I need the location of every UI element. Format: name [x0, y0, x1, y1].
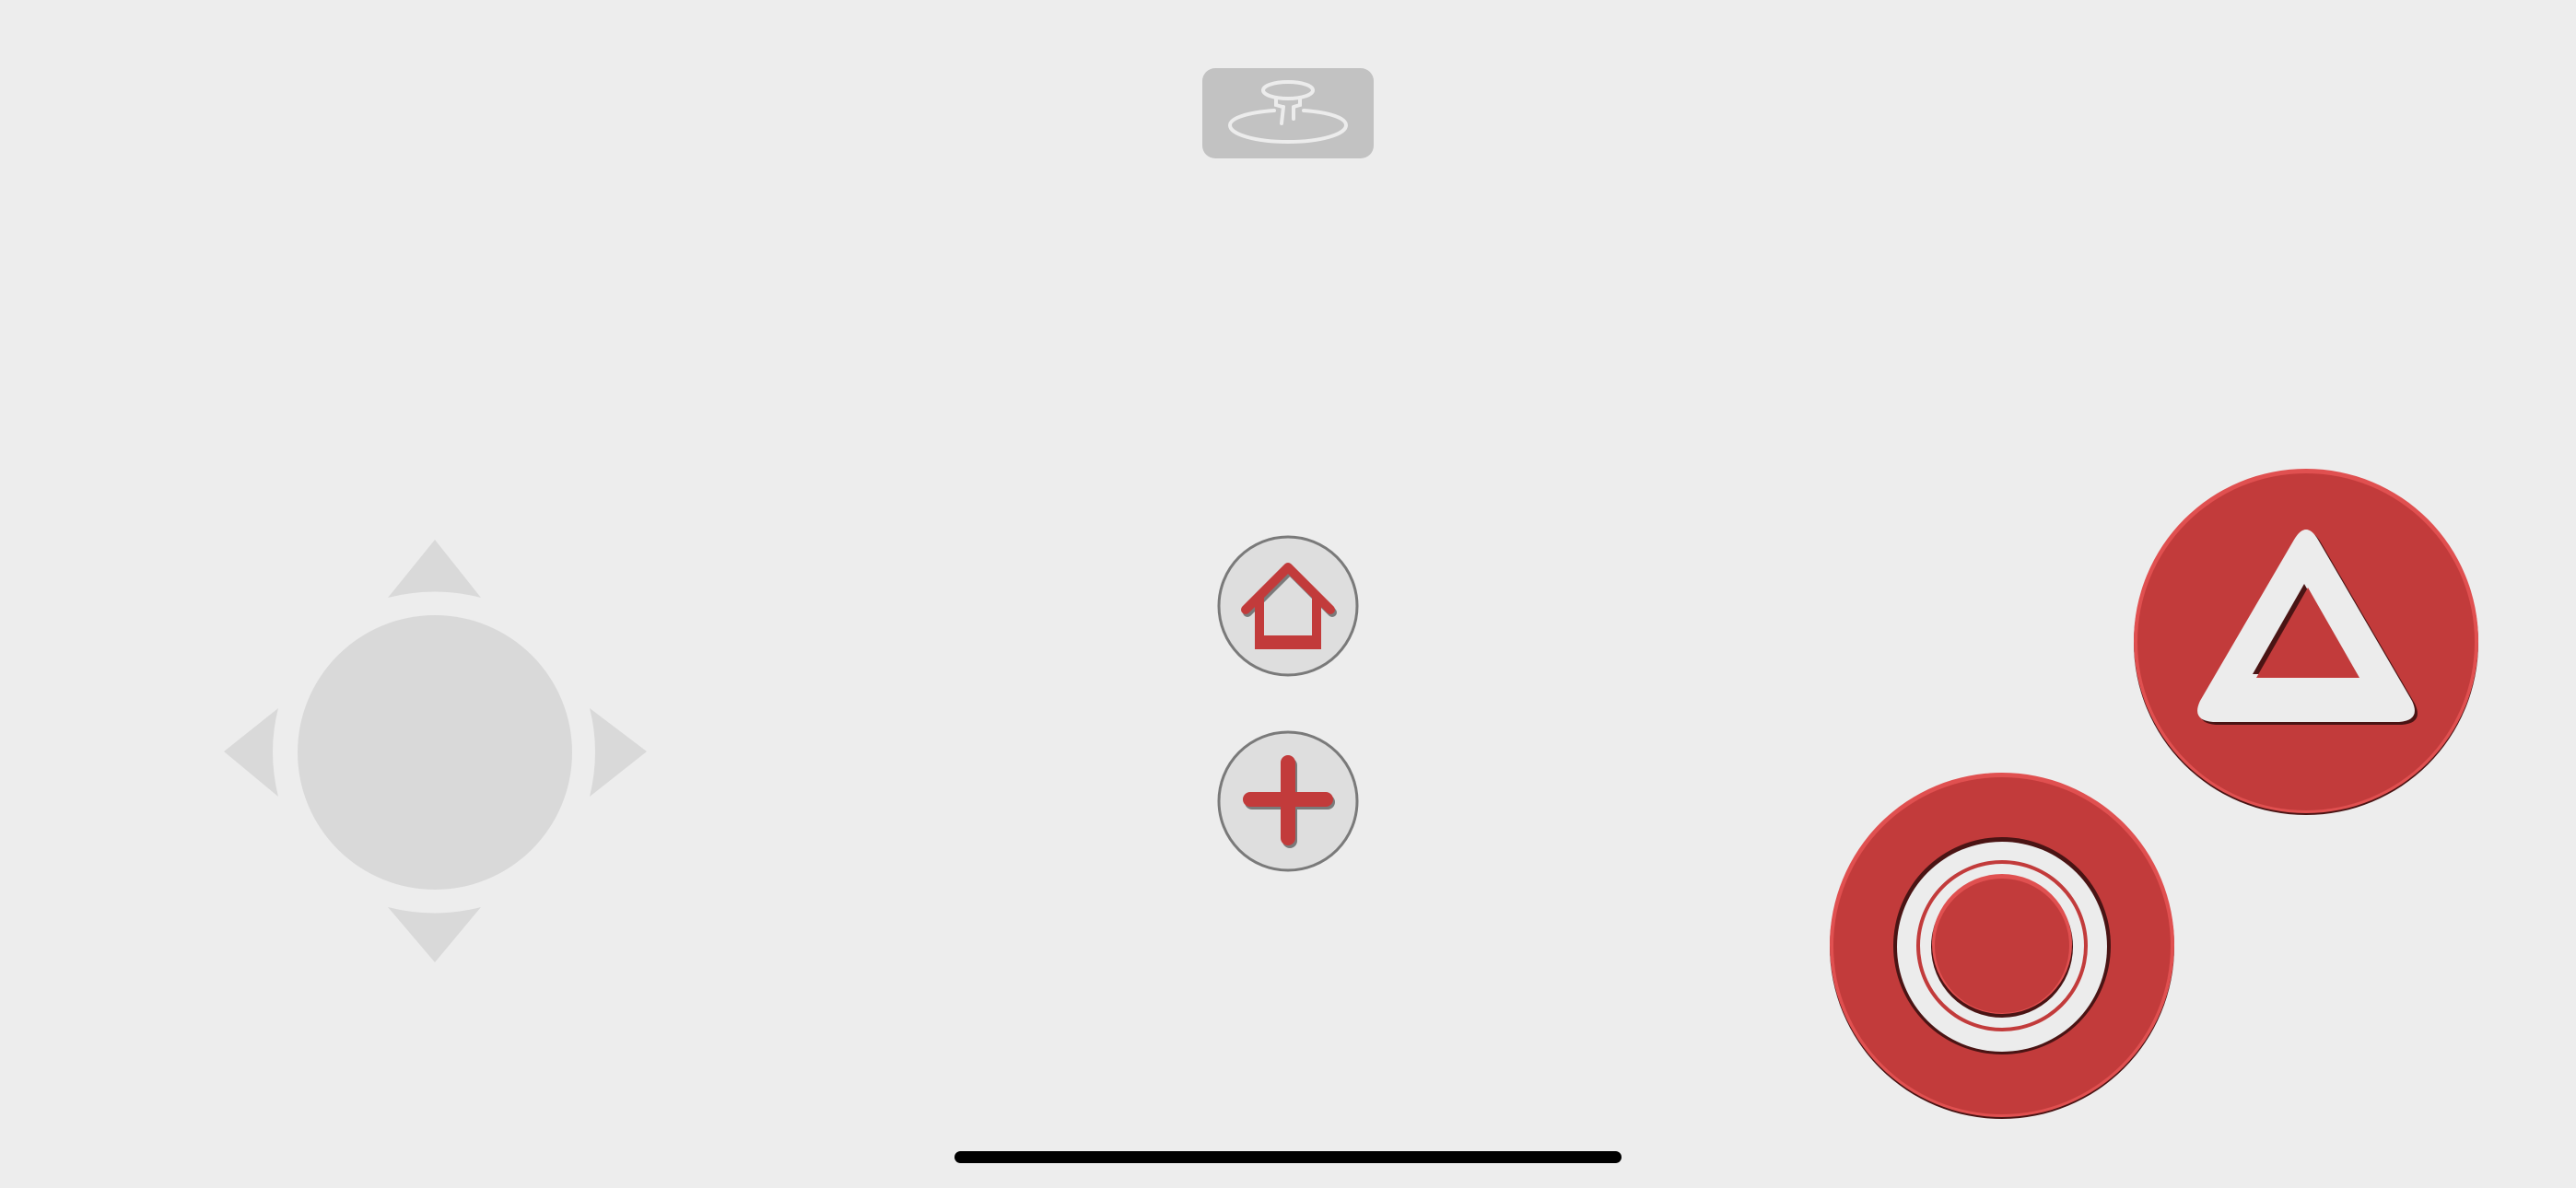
arrow-down-icon[interactable]: [388, 907, 481, 962]
arrow-right-icon[interactable]: [590, 708, 647, 797]
circle-button[interactable]: [1829, 770, 2181, 1122]
circle-icon: [1893, 837, 2111, 1054]
home-indicator[interactable]: [954, 1151, 1622, 1163]
arrow-up-icon[interactable]: [388, 540, 481, 598]
plus-button[interactable]: [1214, 729, 1362, 877]
game-controller-screen: [0, 0, 2576, 1188]
arrow-left-icon[interactable]: [224, 708, 278, 797]
dpad-center[interactable]: [298, 615, 572, 890]
home-button[interactable]: [1214, 534, 1362, 681]
triangle-button[interactable]: [2128, 466, 2480, 818]
